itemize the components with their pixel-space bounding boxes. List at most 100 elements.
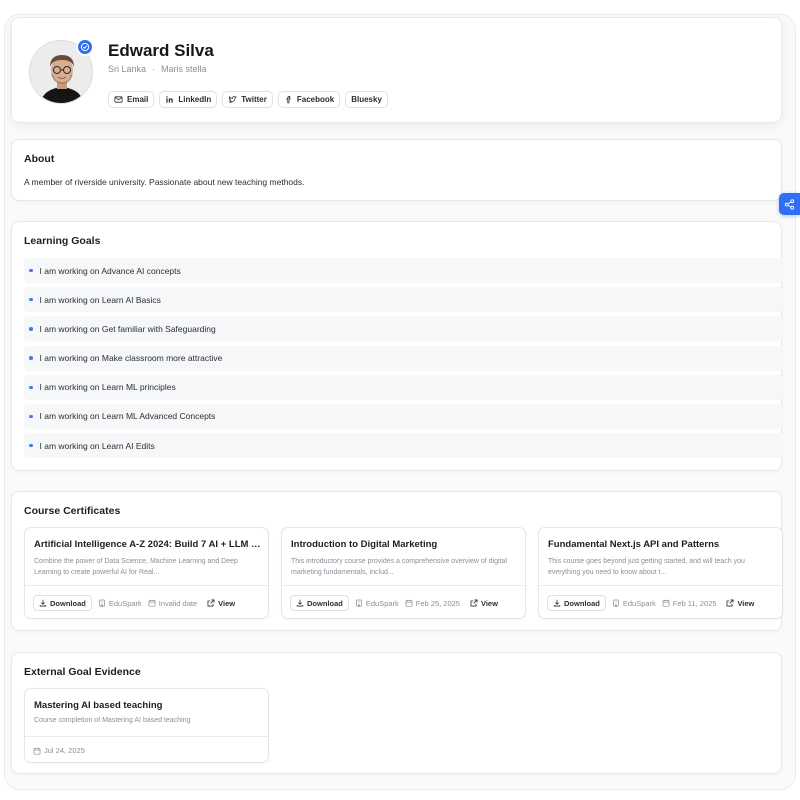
learning-goals-title: Learning Goals [24,235,101,247]
profile-page: Edward Silva Sri Lanka · Maris stella Em… [4,14,796,790]
download-button[interactable]: Download [290,595,349,611]
view-label: View [480,598,498,608]
evidence-card[interactable]: Mastering AI based teaching Course compl… [24,688,269,763]
certificate-footer: Download EduSpark Feb 25, 2025 View [282,585,525,620]
certificate-date: Feb 25, 2025 [405,599,460,608]
goal-text: I am working on Learn ML Advanced Concep… [39,411,216,422]
verified-badge-icon [76,38,94,56]
share-button[interactable] [779,193,800,215]
profile-meta: Sri Lanka · Maris stella [108,64,207,74]
bullet-icon [29,327,33,331]
certificate-card: Artificial Intelligence A-Z 2024: Build … [24,527,269,619]
bullet-icon [29,414,33,419]
goal-text: I am working on Advance AI concepts [39,265,181,276]
certificate-description: Combine the power of Data Science, Machi… [34,558,238,576]
date-text: Invalid date [158,598,198,608]
view-link[interactable]: View [470,599,498,608]
course-certificates-card: Course Certificates Artificial Intellige… [11,491,783,631]
social-links: Email LinkedIn Twitter Facebook Bluesky [108,91,388,108]
profile-header-card: Edward Silva Sri Lanka · Maris stella Em… [11,17,782,123]
goal-text: I am working on Learn AI Edits [39,440,155,451]
certificate-date: Invalid date [148,599,197,608]
certificate-footer: Download EduSpark Feb 11, 2025 View [539,585,782,620]
download-label: Download [50,598,86,608]
meta-separator: · [152,64,156,74]
goal-text: I am working on Learn AI Basics [39,294,161,305]
view-label: View [218,598,236,608]
about-card: About A member of riverside university. … [11,139,782,201]
external-link-icon [726,599,734,607]
download-icon [553,599,561,607]
goal-item: I am working on Advance AI concepts [24,258,783,283]
bluesky-link-label: Bluesky [351,95,382,104]
view-link[interactable]: View [726,599,754,608]
profile-location: Sri Lanka [108,64,147,74]
goal-text: I am working on Learn ML principles [39,382,176,393]
certificate-card: Introduction to Digital Marketing This i… [281,527,526,619]
about-text: A member of riverside university. Passio… [24,177,305,187]
twitter-link-label: Twitter [241,95,267,104]
building-icon [356,599,362,607]
evidence-title: Mastering AI based teaching [34,700,163,711]
twitter-link-button[interactable]: Twitter [222,91,273,108]
provider-name: EduSpark [108,598,142,608]
certificate-card: Fundamental Next.js API and Patterns Thi… [538,527,783,619]
view-link[interactable]: View [207,599,235,608]
building-icon [613,599,619,607]
linkedin-link-label: LinkedIn [178,95,212,104]
evidence-date: Jul 24, 2025 [44,746,85,755]
bullet-icon [29,385,33,389]
download-button[interactable]: Download [547,595,606,611]
learning-goals-card: Learning Goals I am working on Advance A… [11,221,783,471]
evidence-footer: Jul 24, 2025 [25,736,268,764]
goal-item: I am working on Learn ML Advanced Concep… [24,403,783,429]
download-label: Download [307,598,343,608]
mail-icon [114,96,123,103]
twitter-icon [229,96,238,103]
bluesky-link-button[interactable]: Bluesky [345,91,388,108]
evidence-description: Course completion of Mastering AI based … [34,717,191,724]
certificate-title: Fundamental Next.js API and Patterns [548,539,720,550]
provider-name: EduSpark [622,598,656,608]
external-goal-evidence-card: External Goal Evidence Mastering AI base… [11,652,782,774]
avatar-wrapper [29,38,94,104]
goal-text: I am working on Get familiar with Safegu… [39,323,216,334]
email-link-button[interactable]: Email [108,91,155,108]
bullet-icon [29,356,33,360]
facebook-link-label: Facebook [296,95,335,104]
calendar-icon [148,599,156,607]
building-icon [99,599,105,607]
certificate-title: Introduction to Digital Marketing [291,539,438,550]
certificate-title: Artificial Intelligence A-Z 2024: Build … [34,539,262,550]
view-label: View [737,598,755,608]
bullet-icon [29,297,33,302]
external-link-icon [207,599,215,607]
linkedin-link-button[interactable]: LinkedIn [159,91,218,108]
facebook-icon [286,95,291,104]
email-link-label: Email [127,95,149,104]
provider-name: EduSpark [365,598,399,608]
provider: EduSpark [355,599,399,608]
download-button[interactable]: Download [33,595,92,611]
goal-item: I am working on Get familiar with Safegu… [24,316,783,342]
calendar-icon [405,599,413,607]
calendar-icon [662,599,670,607]
course-certificates-title: Course Certificates [24,505,121,517]
date-text: Feb 11, 2025 [672,598,717,608]
linkedin-icon [166,96,174,103]
about-title: About [24,153,55,165]
download-label: Download [564,598,600,608]
external-link-icon [470,599,478,607]
certificate-description: This introductory course provides a comp… [291,558,507,576]
goal-item: I am working on Learn AI Edits [24,433,783,459]
profile-name: Edward Silva [108,41,214,60]
download-icon [39,599,47,607]
facebook-link-button[interactable]: Facebook [277,91,341,108]
provider: EduSpark [98,599,142,608]
goal-item: I am working on Learn ML principles [24,374,783,400]
share-icon [784,198,795,210]
profile-school: Maris stella [161,64,207,74]
certificate-footer: Download EduSpark Invalid date View [25,585,268,620]
certificate-description: This course goes beyond just getting sta… [548,558,745,576]
goal-text: I am working on Make classroom more attr… [39,353,223,364]
